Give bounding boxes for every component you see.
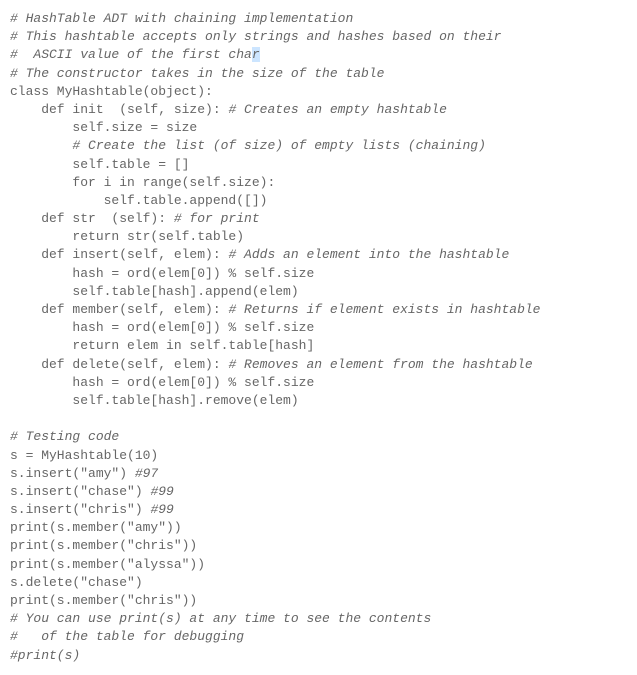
- comment-text: # Returns if element exists in hashtable: [228, 302, 540, 317]
- code-block: # HashTable ADT with chaining implementa…: [10, 10, 627, 665]
- code-line: hash = ord(elem[0]) % self.size: [10, 319, 627, 337]
- code-line: print(s.member("alyssa")): [10, 556, 627, 574]
- comment-text: # HashTable ADT with chaining implementa…: [10, 11, 353, 26]
- code-text: self.table[hash].remove(elem): [10, 393, 299, 408]
- code-text: def member(self, elem):: [10, 302, 228, 317]
- comment-text: #99: [150, 502, 173, 517]
- code-text: self.table = []: [10, 157, 189, 172]
- code-text: hash = ord(elem[0]) % self.size: [10, 266, 314, 281]
- comment-text: # This hashtable accepts only strings an…: [10, 29, 501, 44]
- code-line: # of the table for debugging: [10, 628, 627, 646]
- code-text: return str(self.table): [10, 229, 244, 244]
- comment-text: # The constructor takes in the size of t…: [10, 66, 384, 81]
- code-line: # You can use print(s) at any time to se…: [10, 610, 627, 628]
- code-text: print(s.member("chris")): [10, 593, 197, 608]
- code-text: print(s.member("amy")): [10, 520, 182, 535]
- code-text: print(s.member("chris")): [10, 538, 197, 553]
- code-text: s = MyHashtable(10): [10, 448, 158, 463]
- code-text: def str (self):: [10, 211, 174, 226]
- code-line: print(s.member("amy")): [10, 519, 627, 537]
- comment-text: # Adds an element into the hashtable: [228, 247, 509, 262]
- code-line: s = MyHashtable(10): [10, 447, 627, 465]
- code-text: s.insert("chris"): [10, 502, 150, 517]
- code-line: def delete(self, elem): # Removes an ele…: [10, 356, 627, 374]
- code-line: def str (self): # for print: [10, 210, 627, 228]
- code-line: #print(s): [10, 647, 627, 665]
- comment-text: # of the table for debugging: [10, 629, 244, 644]
- code-line: self.table[hash].remove(elem): [10, 392, 627, 410]
- code-line: s.insert("chase") #99: [10, 483, 627, 501]
- code-text: s.insert("chase"): [10, 484, 150, 499]
- comment-text: # Removes an element from the hashtable: [228, 357, 532, 372]
- code-text: print(s.member("alyssa")): [10, 557, 205, 572]
- code-line: # The constructor takes in the size of t…: [10, 65, 627, 83]
- code-text: s.delete("chase"): [10, 575, 143, 590]
- code-line: return elem in self.table[hash]: [10, 337, 627, 355]
- code-line: for i in range(self.size):: [10, 174, 627, 192]
- code-text: hash = ord(elem[0]) % self.size: [10, 320, 314, 335]
- code-line: # Testing code: [10, 428, 627, 446]
- code-line: hash = ord(elem[0]) % self.size: [10, 265, 627, 283]
- code-text: return elem in self.table[hash]: [10, 338, 314, 353]
- code-line: s.delete("chase"): [10, 574, 627, 592]
- code-line: # Create the list (of size) of empty lis…: [10, 137, 627, 155]
- code-text: class MyHashtable(object):: [10, 84, 213, 99]
- code-line: # HashTable ADT with chaining implementa…: [10, 10, 627, 28]
- comment-text: # for print: [174, 211, 260, 226]
- code-line: hash = ord(elem[0]) % self.size: [10, 374, 627, 392]
- comment-text: #99: [150, 484, 173, 499]
- code-text: s.insert("amy"): [10, 466, 135, 481]
- code-text: def insert(self, elem):: [10, 247, 228, 262]
- comment-text: # ASCII value of the first cha: [10, 47, 252, 62]
- code-line: self.size = size: [10, 119, 627, 137]
- comment-text: # You can use print(s) at any time to se…: [10, 611, 431, 626]
- code-line: self.table = []: [10, 156, 627, 174]
- code-line: [10, 410, 627, 428]
- code-line: def insert(self, elem): # Adds an elemen…: [10, 246, 627, 264]
- comment-text: # Create the list (of size) of empty lis…: [10, 138, 486, 153]
- code-line: # ASCII value of the first char: [10, 46, 627, 64]
- code-line: self.table.append([]): [10, 192, 627, 210]
- comment-text: # Creates an empty hashtable: [228, 102, 446, 117]
- code-text: [10, 411, 18, 426]
- code-line: s.insert("amy") #97: [10, 465, 627, 483]
- highlighted-char: r: [252, 47, 260, 62]
- code-line: def init (self, size): # Creates an empt…: [10, 101, 627, 119]
- code-line: s.insert("chris") #99: [10, 501, 627, 519]
- comment-text: #print(s): [10, 648, 80, 663]
- comment-text: #97: [135, 466, 158, 481]
- code-text: def delete(self, elem):: [10, 357, 228, 372]
- code-line: print(s.member("chris")): [10, 592, 627, 610]
- code-text: hash = ord(elem[0]) % self.size: [10, 375, 314, 390]
- code-line: class MyHashtable(object):: [10, 83, 627, 101]
- code-line: print(s.member("chris")): [10, 537, 627, 555]
- code-line: return str(self.table): [10, 228, 627, 246]
- code-text: self.table.append([]): [10, 193, 267, 208]
- code-text: def init (self, size):: [10, 102, 228, 117]
- comment-text: # Testing code: [10, 429, 119, 444]
- code-line: self.table[hash].append(elem): [10, 283, 627, 301]
- code-line: # This hashtable accepts only strings an…: [10, 28, 627, 46]
- code-text: self.table[hash].append(elem): [10, 284, 299, 299]
- code-text: self.size = size: [10, 120, 197, 135]
- code-text: for i in range(self.size):: [10, 175, 275, 190]
- code-line: def member(self, elem): # Returns if ele…: [10, 301, 627, 319]
